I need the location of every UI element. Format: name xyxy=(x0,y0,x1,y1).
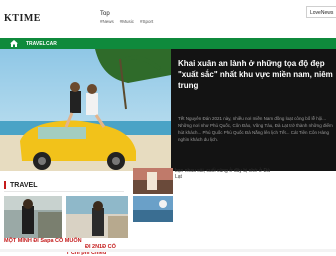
section-heading-travel: TRAVEL xyxy=(4,180,37,190)
section-divider xyxy=(4,191,124,192)
top-label: Top xyxy=(100,11,110,17)
section-marker xyxy=(4,181,6,189)
nav-item-car[interactable]: CAR xyxy=(46,41,57,47)
account-box[interactable]: LoveNews xyxy=(306,6,336,18)
hero-title[interactable]: Khai xuân an lành ở những tọa độ đẹp "xu… xyxy=(178,58,333,91)
side-thumb-2[interactable] xyxy=(133,196,173,222)
site-header: KTIME Top #News #Music #Sport LoveNews xyxy=(0,0,336,38)
home-icon[interactable] xyxy=(10,40,18,47)
hero-article[interactable]: Khai xuân an lành ở những tọa độ đẹp "xu… xyxy=(0,49,336,171)
tag-music[interactable]: #Music xyxy=(120,19,134,26)
hero-image[interactable] xyxy=(0,49,171,171)
hero-excerpt: Tết Nguyên Đán 2021 này, nhiều nơi miền … xyxy=(178,116,333,142)
nav-item-travel[interactable]: TRAVEL xyxy=(26,41,46,47)
tag-sport[interactable]: #Sport xyxy=(140,19,153,26)
travel-thumb-2[interactable] xyxy=(66,196,128,238)
tag-news[interactable]: #News xyxy=(100,19,114,26)
site-logo[interactable]: KTIME xyxy=(4,13,44,25)
section-title[interactable]: TRAVEL xyxy=(10,182,37,189)
tag-list: #News #Music #Sport xyxy=(100,19,153,26)
main-nav: TRAVEL CAR xyxy=(0,38,336,49)
side-thumb-1[interactable] xyxy=(133,168,173,194)
travel-thumb-1[interactable] xyxy=(4,196,62,238)
side-item-title-1[interactable]: bạn nhau sài, cuối cùng ở đây bị nhớ ở Đ… xyxy=(175,168,275,180)
